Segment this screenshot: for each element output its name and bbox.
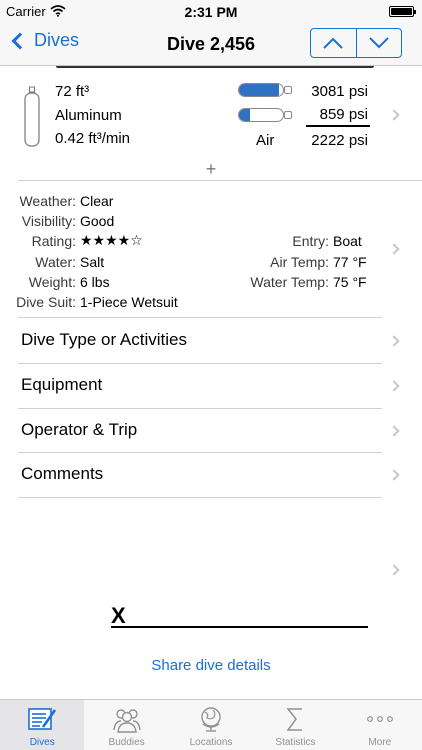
tab-label-buddies: Buddies	[108, 737, 145, 748]
rating-label: Rating:	[31, 233, 76, 249]
water-temp-label: Water Temp:	[250, 274, 329, 290]
chevron-up-icon	[323, 37, 343, 49]
cylinder-icon	[24, 86, 40, 147]
tank-row[interactable]: 72 ft³ Aluminum 0.42 ft³/min 3081 psi 85…	[0, 74, 422, 156]
tank-divider	[18, 180, 422, 181]
back-button-label: Dives	[34, 30, 80, 50]
air-temp-label: Air Temp:	[270, 254, 329, 270]
tab-label-dives: Dives	[29, 737, 55, 748]
dive-suit-value: 1-Piece Wetsuit	[80, 294, 178, 310]
weather-value: Clear	[80, 193, 114, 209]
start-pressure-fill	[239, 84, 280, 96]
more-dots-icon	[366, 716, 393, 722]
next-dive-button[interactable]	[355, 29, 402, 57]
signature-chevron-icon	[388, 564, 400, 576]
weather-label: Weather:	[19, 193, 76, 209]
chevron-down-icon	[369, 37, 389, 49]
back-chevron-icon	[11, 32, 29, 49]
back-button[interactable]: Dives	[10, 30, 79, 51]
status-time: 2:31 PM	[184, 4, 238, 20]
menu-row-operator-trip[interactable]: Operator & Trip	[0, 408, 422, 453]
menu-row-comments[interactable]: Comments	[0, 452, 422, 497]
tab-statistics[interactable]: Statistics	[253, 700, 337, 750]
dive-stepper	[310, 28, 402, 58]
tab-more[interactable]: More	[338, 700, 422, 750]
tab-label-locations: Locations	[189, 737, 233, 748]
weight-label: Weight:	[28, 274, 76, 290]
visibility-value: Good	[80, 213, 115, 229]
pressure-total-line	[306, 125, 370, 127]
visibility-label: Visibility:	[21, 213, 76, 229]
tab-bar: Dives Buddies Locations Statistics More	[0, 699, 422, 750]
globe-icon	[201, 707, 221, 732]
tab-label-statistics: Statistics	[275, 737, 316, 748]
weight-value: 6 lbs	[80, 274, 110, 290]
start-pressure-gauge	[238, 82, 294, 98]
nav-bar: Dives Dive 2,456	[0, 22, 422, 66]
chevron-right-icon	[388, 469, 400, 481]
menu-label-operator-trip: Operator & Trip	[21, 420, 138, 439]
status-bar: Carrier 2:31 PM	[0, 0, 422, 22]
menu-divider	[18, 497, 382, 498]
tab-dives[interactable]: Dives	[0, 700, 85, 750]
previous-section-edge	[56, 66, 374, 68]
water-value: Salt	[80, 254, 105, 270]
sigma-icon	[286, 708, 303, 731]
tab-label-more: More	[368, 737, 392, 748]
end-pressure-fill	[239, 109, 251, 121]
start-pressure: 3081 psi	[311, 83, 368, 100]
conditions-row[interactable]: Weather: Clear Visibility: Good Rating: …	[0, 188, 422, 312]
water-temp-value: 75 °F	[333, 274, 367, 290]
dive-suit-label: Dive Suit:	[16, 294, 76, 310]
tank-chevron-icon	[388, 109, 400, 121]
entry-value: Boat	[333, 233, 362, 249]
share-dive-details-button[interactable]: Share dive details	[0, 657, 422, 674]
used-pressure: 2222 psi	[311, 132, 368, 149]
menu-row-equipment[interactable]: Equipment	[0, 363, 422, 408]
menu-label-equipment: Equipment	[21, 375, 103, 394]
signature-line	[111, 626, 368, 628]
tank-volume: 72 ft³	[55, 83, 90, 100]
menu-row-dive-type[interactable]: Dive Type or Activities	[0, 318, 422, 363]
tank-material: Aluminum	[55, 107, 122, 124]
menu-label-comments: Comments	[21, 464, 104, 483]
conditions-chevron-icon	[388, 243, 400, 255]
previous-dive-button[interactable]	[311, 29, 356, 57]
rating-stars: ★★★★☆	[80, 232, 143, 248]
chevron-right-icon	[388, 380, 400, 392]
battery-icon	[389, 6, 416, 17]
tank-sac-rate: 0.42 ft³/min	[55, 130, 131, 147]
tab-buddies[interactable]: Buddies	[84, 700, 168, 750]
entry-label: Entry:	[292, 233, 329, 249]
logbook-icon	[28, 708, 57, 730]
end-pressure-gauge	[238, 107, 294, 123]
gas-mix: Air	[256, 132, 275, 149]
water-label: Water:	[35, 254, 76, 270]
chevron-right-icon	[388, 335, 400, 347]
menu-label-dive-type: Dive Type or Activities	[21, 330, 187, 349]
chevron-right-icon	[388, 425, 400, 437]
air-temp-value: 77 °F	[333, 254, 367, 270]
tab-locations[interactable]: Locations	[169, 700, 253, 750]
add-tank-button[interactable]: +	[202, 160, 220, 178]
signature-area[interactable]	[0, 540, 422, 640]
end-pressure: 859 psi	[319, 106, 368, 123]
buddies-icon	[112, 709, 141, 733]
